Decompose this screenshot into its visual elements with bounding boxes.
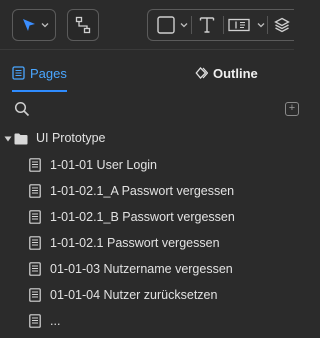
rectangle-icon bbox=[157, 16, 175, 34]
pages-icon bbox=[12, 66, 25, 80]
layers-tool-button[interactable] bbox=[269, 10, 295, 40]
layers-icon bbox=[274, 17, 290, 33]
component-tool-button[interactable] bbox=[224, 10, 266, 40]
text-tool-button[interactable] bbox=[192, 10, 222, 40]
caret-down-icon[interactable] bbox=[4, 135, 12, 143]
tab-pages-label: Pages bbox=[30, 65, 67, 81]
page-label: ... bbox=[50, 314, 61, 328]
tab-outline-label: Outline bbox=[213, 65, 258, 81]
add-page-button[interactable]: + bbox=[285, 102, 299, 116]
folder-label: UI Prototype bbox=[36, 131, 106, 145]
shape-tools-group bbox=[147, 9, 294, 41]
toolbar bbox=[0, 0, 294, 50]
outline-icon bbox=[195, 67, 208, 79]
connector-icon bbox=[75, 16, 91, 34]
select-tool-button[interactable] bbox=[12, 9, 56, 41]
page-icon bbox=[29, 262, 41, 276]
page-item[interactable]: 01-01-04 Nutzer zurücksetzen bbox=[0, 282, 294, 308]
page-item[interactable]: 1-01-02.1_B Passwort vergessen bbox=[0, 204, 294, 230]
page-label: 01-01-04 Nutzer zurücksetzen bbox=[50, 288, 218, 302]
page-icon bbox=[29, 158, 41, 172]
page-item[interactable]: ... bbox=[0, 308, 294, 334]
page-icon bbox=[29, 288, 41, 302]
text-icon bbox=[199, 17, 215, 33]
panel-tabs: Pages Outline bbox=[0, 52, 294, 94]
page-item[interactable]: 1-01-02.1 Passwort vergessen bbox=[0, 230, 294, 256]
chevron-down-icon[interactable] bbox=[180, 21, 188, 29]
arrow-pointer-icon bbox=[23, 19, 35, 31]
page-icon bbox=[29, 236, 41, 250]
page-icon bbox=[29, 184, 41, 198]
folder-ui-prototype[interactable]: UI Prototype bbox=[0, 126, 294, 152]
search-input[interactable] bbox=[34, 99, 274, 119]
page-label: 1-01-01 User Login bbox=[50, 158, 158, 172]
active-tab-indicator bbox=[12, 90, 67, 92]
chevron-down-icon[interactable] bbox=[257, 21, 265, 29]
component-icon bbox=[228, 18, 250, 32]
chevron-down-icon[interactable] bbox=[41, 21, 49, 29]
page-item[interactable]: 1-01-02.1_A Passwort vergessen bbox=[0, 178, 294, 204]
rectangle-tool-button[interactable] bbox=[152, 10, 190, 40]
search-icon bbox=[14, 101, 30, 117]
page-item[interactable]: 01-01-03 Nutzername vergessen bbox=[0, 256, 294, 282]
page-label: 1-01-02.1_B Passwort vergessen bbox=[50, 210, 235, 224]
folder-icon bbox=[14, 133, 28, 145]
page-label: 01-01-03 Nutzername vergessen bbox=[50, 262, 233, 276]
search-bar: + bbox=[0, 96, 299, 124]
page-label: 1-01-02.1_A Passwort vergessen bbox=[50, 184, 235, 198]
page-item[interactable]: 1-01-01 User Login bbox=[0, 152, 294, 178]
page-icon bbox=[29, 314, 41, 328]
page-icon bbox=[29, 210, 41, 224]
page-label: 1-01-02.1 Passwort vergessen bbox=[50, 236, 220, 250]
connector-tool-button[interactable] bbox=[67, 9, 99, 41]
tab-outline[interactable]: Outline bbox=[194, 52, 258, 94]
toolbar-divider bbox=[267, 16, 268, 34]
tab-pages[interactable]: Pages bbox=[12, 52, 67, 94]
